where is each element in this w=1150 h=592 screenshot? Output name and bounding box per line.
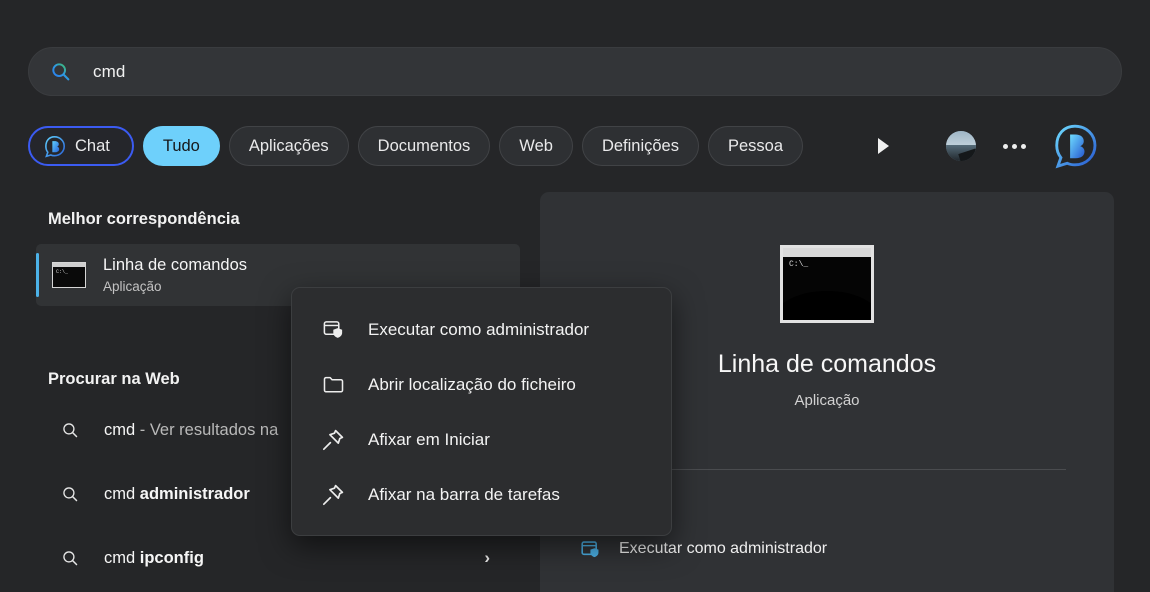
context-menu-item-label: Afixar na barra de tarefas: [368, 485, 560, 505]
tab-documentos[interactable]: Documentos: [358, 126, 491, 166]
command-prompt-icon: C:\_: [52, 262, 86, 288]
web-result-term: administrador: [140, 485, 250, 503]
search-icon: [52, 485, 88, 504]
tab-documentos-label: Documentos: [378, 137, 471, 156]
web-result-suffix: - Ver resultados na: [135, 421, 278, 439]
web-result-term: ipconfig: [140, 549, 204, 567]
context-menu-item-open-file-location[interactable]: Abrir localização do ficheiro: [298, 357, 665, 412]
section-heading-search-web: Procurar na Web: [48, 370, 180, 389]
search-input[interactable]: cmd: [28, 47, 1122, 96]
context-menu-item-label: Executar como administrador: [368, 320, 589, 340]
chevron-right-icon[interactable]: ›: [484, 548, 490, 568]
web-result-label: cmd administrador: [104, 485, 250, 504]
tab-tudo[interactable]: Tudo: [143, 126, 220, 166]
search-icon: [52, 549, 88, 568]
best-match-subtitle: Aplicação: [103, 279, 247, 294]
context-menu-item-pin-to-taskbar[interactable]: Afixar na barra de tarefas: [298, 467, 665, 522]
tab-chat-label: Chat: [75, 137, 110, 156]
context-menu-item-label: Afixar em Iniciar: [368, 430, 490, 450]
tab-aplicacoes-label: Aplicações: [249, 137, 329, 156]
command-prompt-icon-large: C:\_: [780, 245, 874, 323]
folder-icon: [320, 372, 346, 398]
tab-definicoes[interactable]: Definições: [582, 126, 699, 166]
shield-window-icon: [320, 317, 346, 343]
tab-web-label: Web: [519, 137, 553, 156]
tab-aplicacoes[interactable]: Aplicações: [229, 126, 349, 166]
web-result-query: cmd: [104, 549, 140, 567]
start-menu-search-overlay: cmd Chat Tudo: [0, 0, 1150, 592]
web-result-query: cmd: [104, 485, 140, 503]
tab-pessoa[interactable]: Pessoa: [708, 126, 803, 166]
tab-tudo-label: Tudo: [163, 137, 200, 156]
context-menu: Executar como administrador Abrir locali…: [291, 287, 672, 536]
context-menu-item-label: Abrir localização do ficheiro: [368, 375, 576, 395]
tab-definicoes-label: Definições: [602, 137, 679, 156]
avatar[interactable]: [946, 131, 976, 161]
search-icon: [52, 421, 88, 440]
tab-pessoa-label: Pessoa: [728, 137, 783, 156]
copilot-icon: [43, 135, 66, 158]
best-match-title: Linha de comandos: [103, 256, 247, 275]
tab-chat[interactable]: Chat: [28, 126, 134, 166]
section-heading-best-match: Melhor correspondência: [48, 210, 240, 229]
context-menu-item-pin-to-start[interactable]: Afixar em Iniciar: [298, 412, 665, 467]
web-result-row[interactable]: cmd ipconfig ›: [36, 530, 520, 586]
play-arrow-icon[interactable]: [862, 125, 904, 167]
bing-copilot-icon[interactable]: [1048, 119, 1102, 173]
ellipsis-icon[interactable]: [988, 125, 1040, 167]
preview-action-label: Executar como administrador: [619, 540, 827, 558]
tab-web[interactable]: Web: [499, 126, 573, 166]
web-result-label: cmd ipconfig: [104, 549, 204, 568]
search-input-value: cmd: [93, 62, 125, 82]
web-result-label: cmd - Ver resultados na: [104, 421, 278, 440]
search-icon: [49, 60, 73, 84]
context-menu-item-run-as-administrator[interactable]: Executar como administrador: [298, 302, 665, 357]
search-toolbar: [862, 122, 1102, 170]
filter-tab-bar: Chat Tudo Aplicações Documentos Web Defi…: [28, 122, 853, 170]
pin-icon: [320, 427, 346, 453]
pin-icon: [320, 482, 346, 508]
shield-window-icon: [580, 539, 601, 560]
web-result-query: cmd: [104, 421, 135, 439]
selection-accent-bar: [36, 253, 39, 297]
